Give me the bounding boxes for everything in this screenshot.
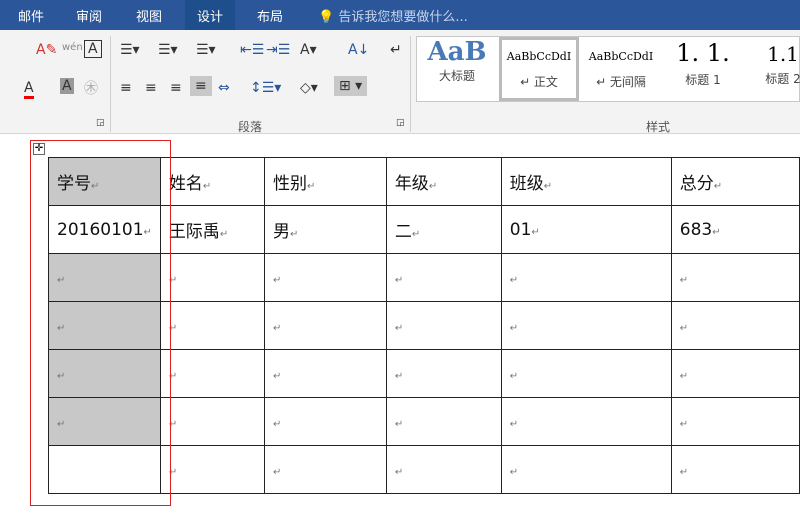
table-cell[interactable]: ↵ — [500, 397, 672, 446]
paragraph-group-label: 段落 — [238, 120, 263, 134]
align-left-icon[interactable]: ≡ — [120, 80, 132, 96]
show-marks-icon[interactable]: ↵ — [390, 42, 402, 58]
style-normal[interactable]: AaBbCcDdI ↵ 正文 — [499, 37, 579, 101]
tab-design[interactable]: 设计 — [185, 0, 236, 30]
align-right-icon[interactable]: ≡ — [170, 80, 182, 96]
table-cell[interactable]: ↵ — [264, 301, 387, 350]
numbering-icon[interactable]: ☰▾ — [158, 42, 178, 58]
table-cell[interactable]: ↵ — [385, 349, 502, 398]
table-cell[interactable]: ↵ — [670, 397, 800, 446]
line-spacing-icon[interactable]: ↕☰▾ — [250, 80, 281, 96]
table-cell[interactable]: 姓名↵ — [159, 157, 266, 206]
clear-format-icon[interactable]: A✎ — [36, 42, 57, 58]
shading-icon[interactable]: ◇▾ — [300, 80, 318, 96]
tell-me-text: 告诉我您想要做什么... — [338, 10, 468, 25]
table-cell[interactable]: ↵ — [264, 349, 387, 398]
table-cell[interactable]: ↵ — [500, 301, 672, 350]
style-heading-1[interactable]: 1. 1. 标题 1 — [663, 37, 743, 101]
align-center-icon[interactable]: ≡ — [145, 80, 157, 96]
table-cell[interactable]: ↵ — [159, 253, 266, 302]
style-title[interactable]: AaB 大标题 — [417, 37, 497, 101]
table-cell[interactable]: ↵ — [159, 349, 266, 398]
table-cell[interactable]: 年级↵ — [385, 157, 502, 206]
tell-me-box[interactable]: 💡 告诉我您想要做什么... — [318, 6, 468, 25]
phonetic-guide-icon[interactable]: wén — [62, 42, 83, 53]
distribute-icon[interactable]: ⇔ — [218, 80, 230, 96]
style-no-spacing[interactable]: AaBbCcDdI ↵ 无间隔 — [581, 37, 661, 101]
styles-gallery: AaB 大标题 AaBbCcDdI ↵ 正文 AaBbCcDdI ↵ 无间隔 1. 1… — [416, 36, 800, 102]
char-shading-icon[interactable]: A — [60, 78, 74, 94]
tab-layout[interactable]: 布局 — [257, 6, 283, 25]
table-cell[interactable]: 01↵ — [500, 205, 672, 254]
table-cell[interactable]: ↵ — [670, 253, 800, 302]
table-cell[interactable]: 性别↵ — [264, 157, 387, 206]
table-cell[interactable]: ↵ — [500, 349, 672, 398]
table-cell[interactable]: ↵ — [159, 445, 266, 494]
ribbon: A✎ wén A A A ㊍ ☰▾ ☰▾ ☰▾ ⇤☰ ⇥☰ A▾ A↓ ↵ ≡ … — [0, 30, 800, 134]
text-direction-icon[interactable]: A▾ — [300, 42, 317, 58]
enclose-char-icon[interactable]: ㊍ — [84, 78, 98, 98]
table-cell[interactable]: ↵ — [385, 445, 502, 494]
paragraph-dialog-launcher-icon[interactable]: ◲ — [396, 118, 405, 128]
sort-icon[interactable]: A↓ — [348, 42, 369, 58]
table-cell[interactable]: 男↵ — [264, 205, 387, 254]
table-cell[interactable]: ↵ — [670, 445, 800, 494]
decrease-indent-icon[interactable]: ⇤☰ — [240, 42, 264, 58]
multilevel-list-icon[interactable]: ☰▾ — [196, 42, 216, 58]
table-cell[interactable]: 总分↵ — [670, 157, 800, 206]
table-cell[interactable]: ↵ — [670, 349, 800, 398]
lightbulb-icon: 💡 — [318, 10, 335, 25]
table-cell[interactable]: ↵ — [159, 397, 266, 446]
font-dialog-launcher-icon[interactable]: ◲ — [96, 118, 105, 128]
borders-icon[interactable]: ⊞ ▾ — [334, 76, 368, 96]
justify-icon[interactable]: ≡ — [190, 76, 212, 96]
table-move-handle-icon[interactable]: ✛ — [33, 143, 45, 155]
styles-group-label: 样式 — [646, 120, 671, 134]
style-heading-2[interactable]: 1.1 标题 2 — [743, 37, 800, 101]
table-cell[interactable]: ↵ — [264, 253, 387, 302]
table-cell[interactable]: ↵ — [670, 301, 800, 350]
table-cell[interactable]: ↵ — [385, 301, 502, 350]
font-color-icon[interactable]: A — [24, 80, 34, 99]
tab-review[interactable]: 审阅 — [76, 6, 102, 25]
table-cell[interactable]: 班级↵ — [500, 157, 672, 206]
table-cell[interactable]: ↵ — [385, 397, 502, 446]
table-cell[interactable]: 683↵ — [670, 205, 800, 254]
table-cell[interactable]: ↵ — [159, 301, 266, 350]
increase-indent-icon[interactable]: ⇥☰ — [266, 42, 290, 58]
tab-mailings[interactable]: 邮件 — [18, 6, 44, 25]
char-border-icon[interactable]: A — [84, 40, 102, 58]
table-cell[interactable]: ↵ — [500, 445, 672, 494]
table-cell[interactable]: 二↵ — [385, 205, 502, 254]
table-cell[interactable]: 王际禹↵ — [159, 205, 266, 254]
ribbon-tabs: 邮件 审阅 视图 设计 布局 💡 告诉我您想要做什么... — [0, 0, 800, 30]
selection-highlight-box — [30, 140, 171, 506]
table-cell[interactable]: ↵ — [500, 253, 672, 302]
table-cell[interactable]: ↵ — [264, 397, 387, 446]
table-cell[interactable]: ↵ — [385, 253, 502, 302]
bullets-icon[interactable]: ☰▾ — [120, 42, 140, 58]
tab-view[interactable]: 视图 — [136, 6, 162, 25]
table-cell[interactable]: ↵ — [264, 445, 387, 494]
